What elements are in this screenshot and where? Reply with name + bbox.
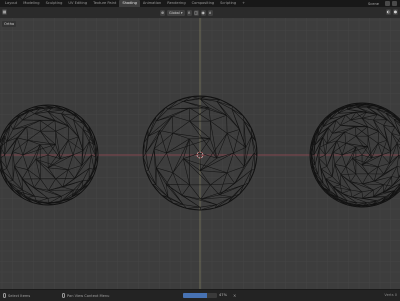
3d-viewport[interactable]: Ortho bbox=[0, 18, 400, 289]
layer-browse-icon[interactable] bbox=[392, 1, 397, 6]
progress-fill bbox=[183, 293, 207, 298]
shading-icon[interactable]: ● bbox=[393, 9, 398, 15]
orientation-label: Global bbox=[169, 11, 180, 15]
status-mid-text: Pan View Context Menu bbox=[67, 294, 109, 298]
status-left: Select Items bbox=[3, 293, 30, 298]
tab-modeling[interactable]: Modeling bbox=[20, 0, 42, 7]
orientation-dropdown[interactable]: Global ▾ bbox=[167, 10, 185, 16]
status-left-text: Select Items bbox=[8, 294, 30, 298]
tab-texture-paint[interactable]: Texture Paint bbox=[90, 0, 119, 7]
mouse-left-icon bbox=[3, 293, 6, 298]
chevron-down-icon: ▾ bbox=[180, 11, 183, 15]
transform-tools: ⊕ Global ▾ ∩ ◫ ◉ ∧ bbox=[160, 9, 213, 16]
proportional-edit-icon[interactable]: ◉ bbox=[201, 10, 206, 16]
tab-layout[interactable]: Layout bbox=[2, 0, 20, 7]
tab-animation[interactable]: Animation bbox=[140, 0, 164, 7]
mouse-middle-icon bbox=[62, 293, 65, 298]
pivot-icon[interactable]: ⊕ bbox=[160, 10, 165, 16]
viewport-left-tools: ▦ bbox=[2, 9, 7, 15]
tab-shading[interactable]: Shading bbox=[119, 0, 140, 7]
view-label: Ortho bbox=[2, 21, 16, 27]
snap-magnet-icon[interactable]: ∩ bbox=[187, 10, 192, 16]
tab-compositing[interactable]: Compositing bbox=[189, 0, 218, 7]
editor-type-icon[interactable]: ▦ bbox=[2, 9, 7, 15]
top-right-controls: Scene bbox=[368, 0, 397, 7]
scene-label[interactable]: Scene bbox=[368, 2, 379, 6]
status-bar: Select Items Pan View Context Menu 47% ×… bbox=[0, 289, 400, 301]
top-menu-bar: LayoutModelingSculptingUV EditingTexture… bbox=[0, 0, 400, 7]
tab-sculpting[interactable]: Sculpting bbox=[43, 0, 66, 7]
falloff-icon[interactable]: ∧ bbox=[208, 10, 213, 16]
status-right-text: Verts 0 bbox=[384, 293, 397, 297]
viewport-right-tools: ◐ ● bbox=[386, 9, 398, 15]
overlay-icon[interactable]: ◐ bbox=[386, 9, 391, 15]
viewport-canvas[interactable] bbox=[0, 18, 400, 289]
scene-browse-icon[interactable] bbox=[385, 1, 390, 6]
tab-uv-editing[interactable]: UV Editing bbox=[65, 0, 90, 7]
workspace-tabs: LayoutModelingSculptingUV EditingTexture… bbox=[2, 0, 248, 7]
progress-text: 47% bbox=[219, 293, 227, 297]
add-workspace-button[interactable]: + bbox=[239, 0, 248, 7]
progress-bar bbox=[183, 293, 217, 298]
snap-target-icon[interactable]: ◫ bbox=[194, 10, 199, 16]
tab-rendering[interactable]: Rendering bbox=[164, 0, 188, 7]
tab-scripting[interactable]: Scripting bbox=[217, 0, 239, 7]
cancel-icon[interactable]: × bbox=[233, 293, 236, 298]
status-mid: Pan View Context Menu bbox=[62, 293, 109, 298]
